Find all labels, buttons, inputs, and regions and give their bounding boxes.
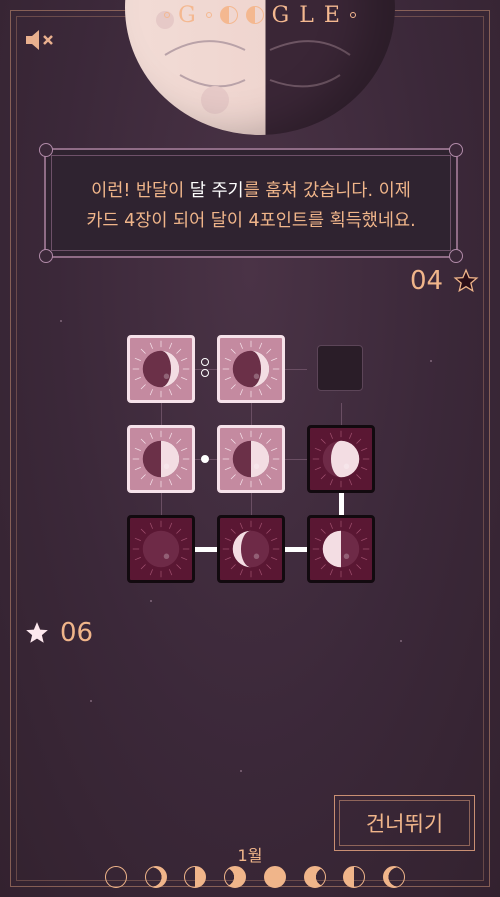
moon-phase-strip [105, 864, 405, 890]
scoring-connector [339, 493, 344, 515]
month-label: 1월 [237, 846, 263, 865]
phase-waxing-gibbous-icon [224, 866, 247, 888]
light-card-waxing-crescent [127, 335, 195, 403]
dark-card-waning-crescent [217, 515, 285, 583]
light-card-first-quarter [217, 425, 285, 493]
phase-waning-gibbous-icon [303, 866, 326, 888]
game-board [0, 0, 500, 897]
empty-card-slot[interactable] [317, 345, 363, 391]
phase-last-quarter-icon [343, 866, 366, 888]
dark-card-waxing-gibbous [307, 425, 375, 493]
phase-full-moon-icon [263, 866, 286, 888]
phase-new-moon-icon [105, 866, 127, 888]
match-dot-icon [201, 455, 209, 463]
dark-card-last-quarter [307, 515, 375, 583]
scoring-connector [195, 547, 217, 552]
phase-waning-crescent-icon [382, 866, 405, 888]
pair-dot-icon [201, 358, 209, 366]
light-card-first-quarter [127, 425, 195, 493]
pair-dot-icon [201, 369, 209, 377]
skip-button-label: 건너뛰기 [365, 812, 444, 836]
dark-card-new-moon [127, 515, 195, 583]
phase-first-quarter-icon [184, 866, 207, 888]
light-card-waxing-crescent [217, 335, 285, 403]
scoring-connector [285, 547, 307, 552]
phase-waxing-crescent-icon [144, 866, 167, 888]
